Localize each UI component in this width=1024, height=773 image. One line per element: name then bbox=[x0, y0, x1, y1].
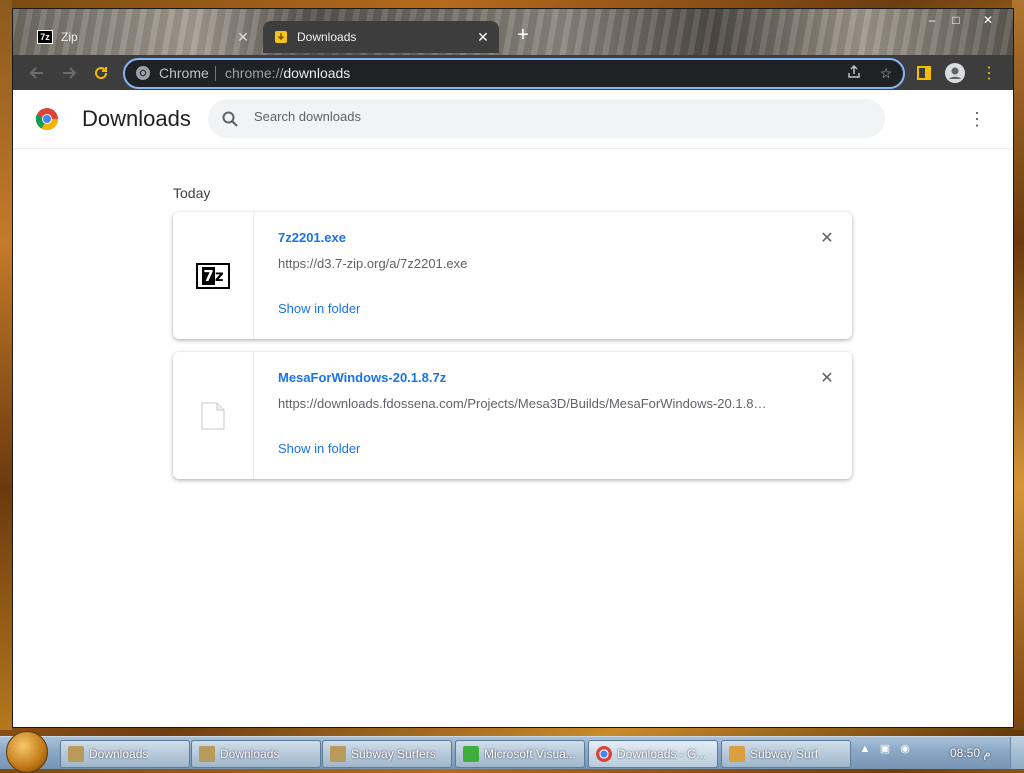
url-path: downloads bbox=[283, 65, 351, 81]
tab-zip[interactable]: 7z Zip ✕ bbox=[27, 21, 259, 53]
download-item: MesaForWindows-20.1.8.7z https://downloa… bbox=[173, 352, 852, 479]
bookmark-star-icon[interactable]: ☆ bbox=[877, 64, 895, 82]
omnibox-url[interactable]: chrome://downloads bbox=[225, 65, 350, 81]
maximize-button[interactable]: □ bbox=[945, 11, 967, 29]
remove-download-icon[interactable]: ✕ bbox=[818, 370, 836, 388]
reload-icon bbox=[95, 67, 108, 80]
taskbar-button-subway-surf[interactable]: Subway Surf bbox=[721, 740, 851, 768]
downloads-page: Downloads ⋮ Today 7z 7z2201.exe https://… bbox=[13, 90, 1013, 727]
visual-studio-icon bbox=[463, 746, 479, 762]
taskbar-button-subway-surfers[interactable]: Subway Surfers bbox=[322, 740, 452, 768]
page-header: Downloads ⋮ bbox=[13, 90, 1013, 149]
close-window-button[interactable]: ✕ bbox=[977, 11, 999, 29]
show-desktop-button[interactable] bbox=[1010, 737, 1024, 769]
tab-strip: 7z Zip ✕ Downloads ✕ + – □ ✕ bbox=[13, 9, 1013, 55]
browser-window: 7z Zip ✕ Downloads ✕ + – □ ✕ Chrome chro… bbox=[12, 8, 1014, 728]
close-icon[interactable]: ✕ bbox=[475, 29, 491, 45]
taskbar-button-downloads-2[interactable]: Downloads bbox=[191, 740, 321, 768]
tray-expand-icon[interactable]: ▲ bbox=[858, 742, 872, 756]
file-icon-column: 7z bbox=[173, 212, 254, 339]
download-icon bbox=[273, 29, 289, 45]
tab-title: Zip bbox=[61, 30, 78, 44]
chrome-logo-icon bbox=[35, 108, 58, 130]
volume-icon[interactable]: ◉ bbox=[898, 742, 912, 756]
forward-arrow-icon bbox=[63, 67, 77, 79]
taskbar-button-label: Subway Surfers bbox=[351, 747, 436, 761]
start-button[interactable] bbox=[6, 731, 48, 773]
taskbar-button-label: Downloads bbox=[220, 747, 280, 761]
reload-button[interactable] bbox=[87, 59, 115, 87]
desktop-wallpaper-left bbox=[0, 0, 12, 730]
network-icon[interactable]: ▣ bbox=[878, 742, 892, 756]
file-source-url[interactable]: https://d3.7-zip.org/a/7z2201.exe bbox=[278, 256, 778, 271]
taskbar-button-label: Subway Surf bbox=[750, 747, 819, 761]
taskbar-button-label: Microsoft Visua... bbox=[484, 747, 576, 761]
generic-file-icon bbox=[201, 402, 225, 429]
omnibox-chrome-label: Chrome bbox=[159, 65, 209, 81]
taskbar-button-label: Downloads bbox=[89, 747, 149, 761]
more-actions-icon[interactable]: ⋮ bbox=[968, 108, 986, 130]
taskbar-clock[interactable]: 08:50 م bbox=[950, 746, 991, 760]
search-icon bbox=[222, 111, 238, 127]
system-tray: ▲ ▣ ◉ bbox=[858, 742, 912, 756]
side-panel-icon[interactable] bbox=[914, 63, 934, 83]
date-section-label: Today bbox=[173, 185, 211, 201]
chrome-icon bbox=[136, 66, 150, 80]
file-icon-column bbox=[173, 352, 254, 479]
taskbar-button-downloads-1[interactable]: Downloads bbox=[60, 740, 190, 768]
folder-icon bbox=[199, 746, 215, 762]
tab-downloads[interactable]: Downloads ✕ bbox=[263, 21, 499, 53]
folder-icon bbox=[330, 746, 346, 762]
page-title: Downloads bbox=[82, 106, 191, 131]
search-input[interactable] bbox=[252, 108, 856, 125]
taskbar-button-visual-studio[interactable]: Microsoft Visua... bbox=[455, 740, 585, 768]
7zip-icon: 7z bbox=[37, 29, 53, 45]
chrome-icon bbox=[596, 746, 612, 762]
url-scheme: chrome:// bbox=[225, 65, 284, 81]
share-icon[interactable] bbox=[845, 64, 863, 82]
profile-avatar-icon[interactable] bbox=[945, 63, 965, 83]
file-name-link[interactable]: MesaForWindows-20.1.8.7z bbox=[278, 370, 446, 385]
browser-toolbar: Chrome chrome://downloads ☆ ⋮ bbox=[13, 55, 1013, 90]
show-in-folder-link[interactable]: Show in folder bbox=[278, 441, 360, 456]
folder-icon bbox=[68, 746, 84, 762]
taskbar-button-label: Downloads - G... bbox=[617, 747, 707, 761]
download-item: 7z 7z2201.exe https://d3.7-zip.org/a/7z2… bbox=[173, 212, 852, 339]
remove-download-icon[interactable]: ✕ bbox=[818, 230, 836, 248]
game-icon bbox=[729, 746, 745, 762]
show-in-folder-link[interactable]: Show in folder bbox=[278, 301, 360, 316]
back-arrow-icon bbox=[29, 67, 43, 79]
taskbar-button-chrome-downloads[interactable]: Downloads - G... bbox=[588, 740, 718, 768]
browser-menu-icon[interactable]: ⋮ bbox=[979, 63, 999, 83]
search-box[interactable] bbox=[208, 99, 885, 138]
minimize-button[interactable]: – bbox=[921, 11, 943, 29]
back-button[interactable] bbox=[23, 59, 51, 87]
close-icon[interactable]: ✕ bbox=[235, 29, 251, 45]
new-tab-button[interactable]: + bbox=[513, 25, 533, 45]
taskbar: Downloads Downloads Subway Surfers Micro… bbox=[0, 731, 1024, 773]
file-name-link[interactable]: 7z2201.exe bbox=[278, 230, 346, 245]
forward-button[interactable] bbox=[55, 59, 83, 87]
tab-title: Downloads bbox=[297, 30, 357, 44]
7zip-icon: 7z bbox=[196, 262, 230, 289]
file-source-url[interactable]: https://downloads.fdossena.com/Projects/… bbox=[278, 396, 778, 411]
address-bar[interactable]: Chrome chrome://downloads ☆ bbox=[123, 58, 905, 89]
omnibox-divider bbox=[215, 66, 216, 81]
